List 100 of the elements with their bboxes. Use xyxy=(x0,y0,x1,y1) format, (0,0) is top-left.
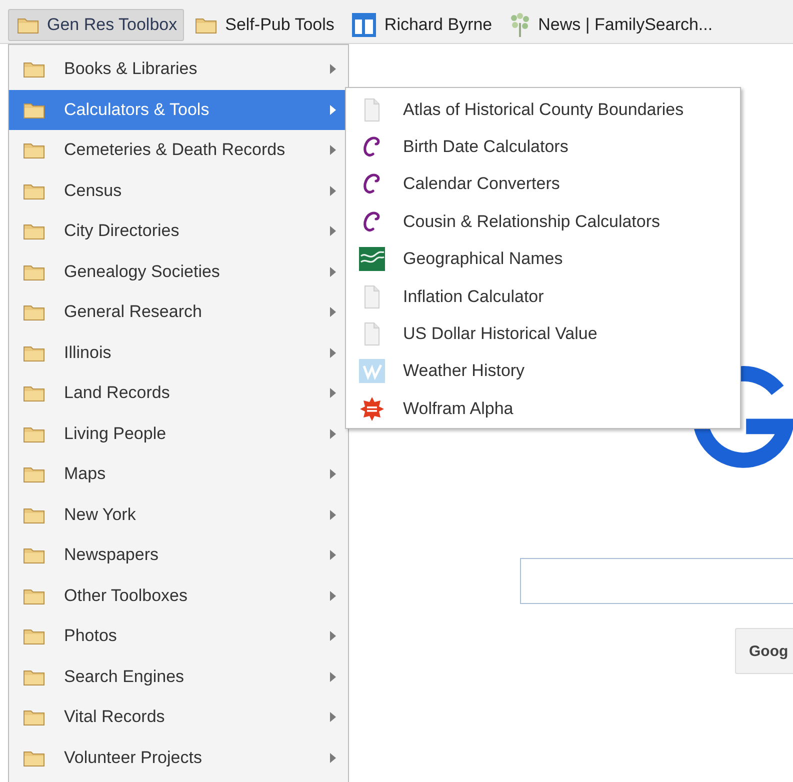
bookmark-item[interactable]: News | FamilySearch... xyxy=(501,9,720,41)
caret-icon xyxy=(330,145,336,156)
caret-icon xyxy=(330,186,336,196)
submenu-item-label: Calendar Converters xyxy=(403,174,560,194)
caret-icon xyxy=(330,428,336,439)
submenu-item-label: Geographical Names xyxy=(403,249,563,270)
submenu-item-label: Inflation Calculator xyxy=(403,286,544,307)
caret-icon xyxy=(330,752,336,763)
submenu-item[interactable]: Cousin & Relationship Calculators xyxy=(346,203,740,241)
folder-icon xyxy=(23,668,45,686)
folder-icon xyxy=(23,708,45,726)
menu-item[interactable]: Other Toolboxes xyxy=(9,576,348,616)
menu-item-label: City Directories xyxy=(64,221,180,242)
folder-icon xyxy=(23,748,45,767)
menu-item-label: Newspapers xyxy=(64,545,160,566)
folder-icon xyxy=(17,16,39,34)
menu-item[interactable]: City Directories xyxy=(9,211,348,252)
folder-icon xyxy=(23,506,45,524)
menu-item-label: Search Engines xyxy=(64,666,186,687)
menu-item[interactable]: Cemeteries & Death Records xyxy=(9,130,348,170)
caret-icon xyxy=(330,631,336,642)
starburst-icon xyxy=(360,396,384,421)
folder-icon xyxy=(23,424,45,443)
bookmark-item[interactable]: Self-Pub Tools xyxy=(186,9,342,41)
menu-item[interactable]: Genealogy Societies xyxy=(9,252,348,292)
menu-item[interactable]: Calculators & Tools xyxy=(9,90,348,130)
caret-icon xyxy=(330,104,336,115)
submenu-item-label: Weather History xyxy=(403,361,525,382)
caret-icon xyxy=(330,590,336,601)
folder-icon xyxy=(23,586,45,605)
submenu-item-label: US Dollar Historical Value xyxy=(403,324,598,344)
search-field[interactable] xyxy=(520,558,793,604)
caret-icon xyxy=(330,469,336,480)
menu-item-label: General Research xyxy=(64,302,203,322)
folder-icon xyxy=(23,465,45,484)
menu-item[interactable]: Land Records xyxy=(9,373,348,414)
folder-icon xyxy=(23,627,45,646)
menu-item[interactable]: Newspapers xyxy=(9,535,348,576)
menu-item[interactable]: Photos xyxy=(9,616,348,656)
folder-icon xyxy=(23,303,45,322)
menu-item[interactable]: Census xyxy=(9,170,348,211)
menu-item-label: Books & Libraries xyxy=(64,59,198,80)
caret-icon xyxy=(330,266,336,277)
caret-icon xyxy=(330,712,336,722)
caret-icon xyxy=(330,550,336,560)
folder-icon xyxy=(23,222,45,240)
submenu-item-label: Atlas of Historical County Boundaries xyxy=(403,100,684,120)
caret-icon xyxy=(330,226,336,236)
submenu-item[interactable]: Weather History xyxy=(346,352,740,390)
submenu-item[interactable]: Wolfram Alpha xyxy=(346,390,740,428)
caret-icon xyxy=(330,348,336,358)
submenu-item[interactable]: Birth Date Calculators xyxy=(346,128,740,166)
caret-icon xyxy=(330,307,336,318)
folder-icon xyxy=(23,141,45,160)
tree-icon xyxy=(510,13,530,37)
caret-icon xyxy=(330,64,336,74)
menu-item-label: Maps xyxy=(64,464,107,484)
folder-icon xyxy=(195,16,218,34)
menu-item-label: Land Records xyxy=(64,383,171,404)
submenu-item[interactable]: Inflation Calculator xyxy=(346,278,740,316)
submenu-item[interactable]: US Dollar Historical Value xyxy=(346,315,740,353)
menu-item-label: Living People xyxy=(64,424,168,444)
menu-item[interactable]: New York xyxy=(9,494,348,535)
layout-icon xyxy=(352,13,376,37)
menu-item[interactable]: Volunteer Projects xyxy=(9,738,348,778)
folder-icon xyxy=(23,546,45,564)
menu-item-label: Census xyxy=(64,180,123,201)
caret-icon xyxy=(330,510,336,520)
bookmark-item[interactable]: Richard Byrne xyxy=(343,9,500,41)
menu-item-label: Illinois xyxy=(64,342,112,363)
folder-icon xyxy=(23,60,45,78)
folder-icon xyxy=(23,384,45,402)
submenu-item[interactable]: Calendar Converters xyxy=(346,166,740,204)
menu-item[interactable]: Vital Records xyxy=(9,697,348,738)
menu-item[interactable]: Illinois xyxy=(9,332,348,373)
submenu-item[interactable]: Geographical Names xyxy=(346,240,740,278)
menu-item-label: Volunteer Projects xyxy=(64,748,203,768)
map-icon xyxy=(359,247,385,272)
submenu-item-label: Wolfram Alpha xyxy=(403,398,514,419)
folder-icon xyxy=(23,262,45,281)
menu-item[interactable]: Maps xyxy=(9,454,348,494)
caret-icon xyxy=(330,672,336,682)
menu-item[interactable]: Search Engines xyxy=(9,656,348,697)
caret-icon xyxy=(330,388,336,398)
submenu-item-label: Cousin & Relationship Calculators xyxy=(403,212,660,232)
menu-item-label: Cemeteries & Death Records xyxy=(64,140,286,160)
menu-item-label: Other Toolboxes xyxy=(64,586,188,606)
menu-item-label: New York xyxy=(64,504,137,525)
menu-item-label: Genealogy Societies xyxy=(64,262,221,282)
bookmark-item[interactable]: Gen Res Toolbox xyxy=(8,9,184,41)
menu-item[interactable]: General Research xyxy=(9,292,348,332)
submenu-item[interactable]: Atlas of Historical County Boundaries xyxy=(346,91,740,128)
folder-icon xyxy=(23,344,45,362)
folder-icon xyxy=(23,100,45,119)
folder-icon xyxy=(23,182,45,200)
menu-item[interactable]: Living People xyxy=(9,414,348,454)
menu-item[interactable]: Books & Libraries xyxy=(9,49,348,90)
menu-item-label: Vital Records xyxy=(64,707,166,728)
menu-item-label: Photos xyxy=(64,626,118,646)
search-button[interactable]: Goog xyxy=(735,628,793,674)
